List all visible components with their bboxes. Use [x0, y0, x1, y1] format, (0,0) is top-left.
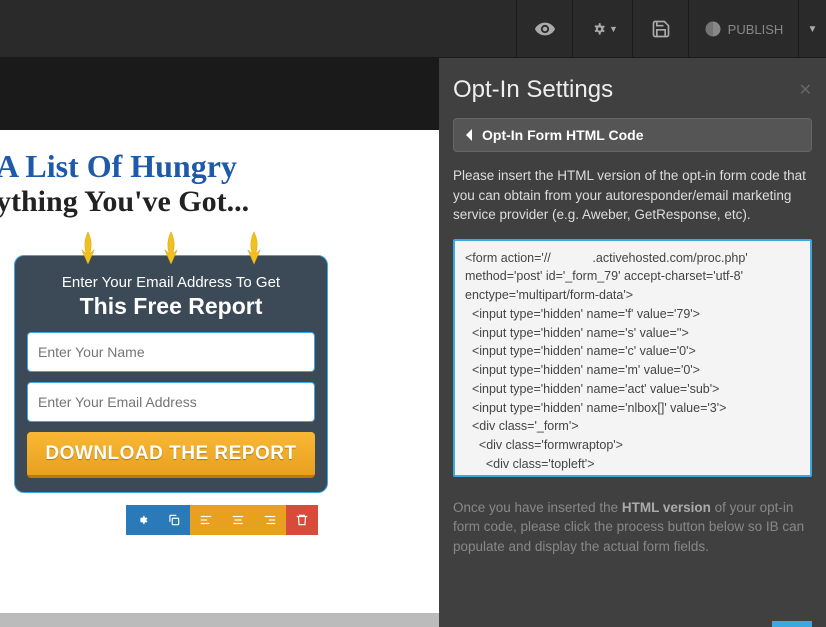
- element-duplicate-button[interactable]: [158, 505, 190, 535]
- panel-title: Opt-In Settings: [453, 76, 812, 104]
- canvas-header-bar: [0, 58, 439, 130]
- save-button[interactable]: [632, 0, 688, 58]
- chevron-left-icon: [464, 128, 474, 142]
- back-button-label: Opt-In Form HTML Code: [482, 127, 644, 143]
- publish-button[interactable]: PUBLISH: [688, 0, 798, 58]
- align-right-button[interactable]: [254, 505, 286, 535]
- align-center-icon: [231, 513, 245, 527]
- headline-line-1[interactable]: A List Of Hungry: [0, 148, 439, 185]
- optin-form-box[interactable]: Enter Your Email Address To Get This Fre…: [14, 255, 328, 493]
- arrow-down-icon: [159, 230, 183, 266]
- html-code-input[interactable]: [453, 239, 812, 477]
- publish-label: PUBLISH: [728, 22, 784, 37]
- gear-icon: [587, 19, 607, 39]
- gear-icon: [135, 513, 149, 527]
- align-left-button[interactable]: [190, 505, 222, 535]
- canvas-area[interactable]: A List Of Hungry ything You've Got... En…: [0, 58, 439, 627]
- preview-button[interactable]: [516, 0, 572, 58]
- panel-post-instructions: Once you have inserted the HTML version …: [453, 498, 812, 557]
- publish-dropdown-button[interactable]: ▼: [798, 0, 826, 58]
- caret-down-icon: ▼: [808, 24, 818, 35]
- canvas-footer-strip: [0, 613, 439, 627]
- caret-down-icon: ▼: [609, 24, 618, 34]
- align-center-button[interactable]: [222, 505, 254, 535]
- save-icon: [651, 19, 671, 39]
- settings-panel: Opt-In Settings ✕ Opt-In Form HTML Code …: [439, 58, 826, 627]
- panel-instructions: Please insert the HTML version of the op…: [453, 166, 812, 225]
- name-input[interactable]: [27, 332, 315, 372]
- download-button[interactable]: DOWNLOAD THE REPORT: [27, 432, 315, 478]
- headline-line-2[interactable]: ything You've Got...: [0, 185, 439, 219]
- copy-icon: [167, 513, 181, 527]
- settings-button[interactable]: ▼: [572, 0, 632, 58]
- back-button[interactable]: Opt-In Form HTML Code: [453, 118, 812, 152]
- align-right-icon: [263, 513, 277, 527]
- form-subheading[interactable]: Enter Your Email Address To Get: [27, 274, 315, 291]
- element-delete-button[interactable]: [286, 505, 318, 535]
- email-input[interactable]: [27, 382, 315, 422]
- element-toolbar: [126, 505, 439, 535]
- trash-icon: [295, 513, 309, 527]
- arrow-down-icon: [76, 230, 100, 266]
- close-icon: ✕: [799, 82, 812, 99]
- element-settings-button[interactable]: [126, 505, 158, 535]
- align-left-icon: [199, 513, 213, 527]
- arrow-down-icon: [242, 230, 266, 266]
- process-button-edge[interactable]: [772, 621, 812, 627]
- form-heading[interactable]: This Free Report: [27, 293, 315, 320]
- eye-icon: [534, 18, 556, 40]
- globe-icon: [704, 20, 722, 38]
- close-panel-button[interactable]: ✕: [799, 80, 812, 100]
